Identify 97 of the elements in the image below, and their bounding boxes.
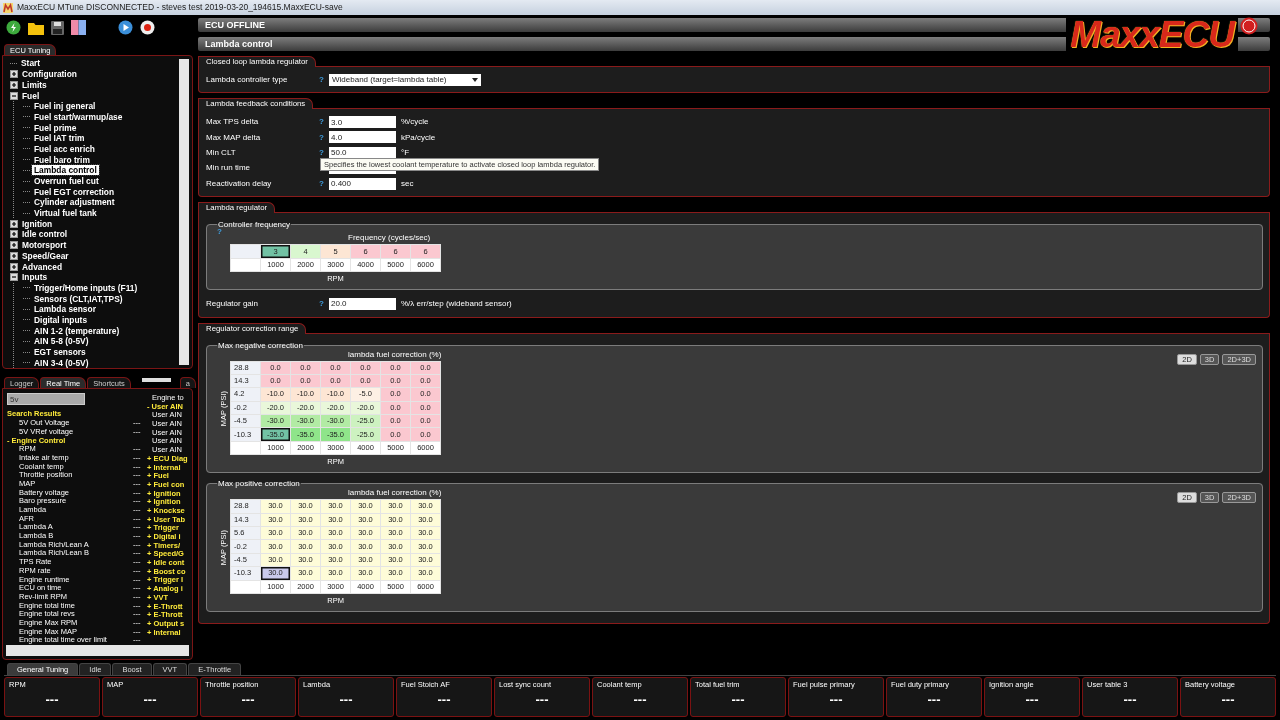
group-title: Controller frequency xyxy=(218,220,292,230)
tree-item[interactable]: Overrun fuel cut xyxy=(32,176,101,186)
unit-label: kPa/cycle xyxy=(401,132,436,143)
tree-item[interactable]: Configuration xyxy=(20,69,79,80)
save-icon[interactable] xyxy=(51,20,64,35)
tree-item[interactable]: Fuel start/warmup/ase xyxy=(32,111,125,122)
help-link[interactable]: ? xyxy=(319,117,329,127)
gauge-value: --- xyxy=(338,692,354,708)
field-label: Lambda controller type xyxy=(206,74,289,85)
record-icon[interactable] xyxy=(140,20,155,36)
collapse-icon[interactable] xyxy=(10,91,18,100)
scrollbar[interactable] xyxy=(6,645,189,656)
expand-icon[interactable] xyxy=(10,241,18,250)
expand-icon[interactable] xyxy=(10,251,18,260)
expand-icon[interactable] xyxy=(10,70,18,79)
gauge-value: --- xyxy=(926,692,942,708)
tree-item[interactable]: Start xyxy=(19,58,43,69)
gauge-value: --- xyxy=(828,692,844,708)
gauge-value: --- xyxy=(44,692,60,708)
tree-item[interactable]: Ignition xyxy=(20,218,55,229)
window-title: MaxxECU MTune DISCONNECTED - steves test 2019-03-20_194615.MaxxECU-save xyxy=(17,2,343,13)
input-field[interactable]: 4.0 xyxy=(329,131,396,144)
unit-label: °F xyxy=(401,148,410,158)
help-link[interactable]: ? xyxy=(319,148,329,158)
app-icon xyxy=(3,2,13,13)
tree-item[interactable]: Fuel prime xyxy=(32,122,79,133)
compare-icon[interactable] xyxy=(71,20,86,36)
table-title: lambda fuel correction (%) xyxy=(347,349,442,361)
field-label: Max MAP delta xyxy=(206,132,262,143)
tree-item[interactable]: Advanced xyxy=(20,261,65,272)
group-title: Max positive correction xyxy=(217,479,301,489)
folder-icon[interactable] xyxy=(28,20,44,35)
tree-item[interactable]: Fuel acc enrich xyxy=(32,143,97,154)
table-title: Frequency (cycles/sec) xyxy=(347,233,432,245)
tree-item[interactable]: Motorsport xyxy=(20,240,69,251)
help-link[interactable]: ? xyxy=(217,229,227,234)
gauge-value: --- xyxy=(142,692,158,708)
input-field[interactable]: 3.0 xyxy=(329,116,396,129)
corner-cell xyxy=(230,244,261,259)
dropdown[interactable]: Wideband (target=lambda table) xyxy=(329,73,481,86)
group-title: Max negative correction xyxy=(217,340,304,350)
tree-item[interactable]: Idle control xyxy=(20,229,70,240)
badge-icon xyxy=(1240,17,1258,35)
scrollbar[interactable] xyxy=(179,59,189,366)
expand-icon[interactable] xyxy=(10,80,18,89)
gauge-value: --- xyxy=(1220,692,1236,708)
help-link[interactable]: ? xyxy=(319,299,329,309)
expand-icon[interactable] xyxy=(10,219,18,228)
tree-item[interactable]: AIN 5-8 (0-5V) xyxy=(32,336,91,347)
splitter-handle[interactable] xyxy=(141,378,171,383)
gauge-value: --- xyxy=(436,692,452,708)
tree-item[interactable]: Fuel inj general xyxy=(32,101,98,112)
tree-item[interactable]: Sensors (CLT,IAT,TPS) xyxy=(32,293,125,304)
unit-label: sec xyxy=(401,178,414,189)
tree-item[interactable]: Digital inputs xyxy=(32,314,90,325)
field-label: Reactivation delay xyxy=(206,178,273,189)
tree-item[interactable]: AIN 3-4 (0-5V) xyxy=(32,357,91,368)
gauge-value: --- xyxy=(730,692,746,708)
expand-icon[interactable] xyxy=(10,230,18,239)
tree-item[interactable]: Inputs xyxy=(20,272,50,283)
gauge-value: --- xyxy=(632,692,648,708)
search-field[interactable]: 5v xyxy=(7,393,85,406)
power-icon[interactable] xyxy=(6,20,21,36)
input-field[interactable]: 20.0 xyxy=(329,297,396,310)
caret-icon xyxy=(472,77,478,82)
tree-item[interactable]: Lambda sensor xyxy=(32,304,98,315)
input-field[interactable]: 0.400 xyxy=(329,177,396,190)
tree-item[interactable]: Fuel EGT correction xyxy=(32,186,117,197)
tree-item[interactable]: AIN 1-2 (temperature) xyxy=(32,325,122,336)
field-label: Min run time xyxy=(206,163,251,174)
expand-icon[interactable] xyxy=(10,262,18,271)
tree-item[interactable]: EGT sensors xyxy=(32,347,88,357)
tree-item[interactable]: Fuel baro trim xyxy=(32,154,92,165)
tree-item[interactable]: Limits xyxy=(20,79,49,90)
field-label: Max TPS delta xyxy=(206,117,260,127)
field-label: Regulator gain xyxy=(206,299,260,309)
tree-item[interactable]: Fuel xyxy=(20,90,42,101)
gauge-value: --- xyxy=(534,692,550,708)
gauge-value: --- xyxy=(240,692,256,708)
field-label: Min CLT xyxy=(206,148,237,158)
tree-item[interactable]: Virtual fuel tank xyxy=(32,208,99,219)
gauge-value: --- xyxy=(1024,692,1040,708)
tree-item[interactable]: Trigger/Home inputs (F11) xyxy=(32,282,140,293)
table-title: lambda fuel correction (%) xyxy=(347,488,442,500)
collapse-icon[interactable] xyxy=(10,273,18,282)
play-icon[interactable] xyxy=(118,20,133,36)
unit-label: %/λ err/step (wideband sensor) xyxy=(401,299,512,309)
input-field[interactable]: 50.0 xyxy=(329,146,396,159)
help-link[interactable]: ? xyxy=(319,74,329,85)
help-link[interactable]: ? xyxy=(319,178,329,189)
unit-label: %/cycle xyxy=(401,117,429,127)
tree-item[interactable]: Fuel IAT trim xyxy=(32,133,87,144)
tree-item[interactable]: Speed/Gear xyxy=(20,250,71,261)
gauge-value: --- xyxy=(1122,692,1138,708)
tree-item[interactable]: Cylinder adjustment xyxy=(32,197,117,208)
tree-item[interactable]: Lambda control xyxy=(32,165,99,176)
help-link[interactable]: ? xyxy=(319,132,329,143)
